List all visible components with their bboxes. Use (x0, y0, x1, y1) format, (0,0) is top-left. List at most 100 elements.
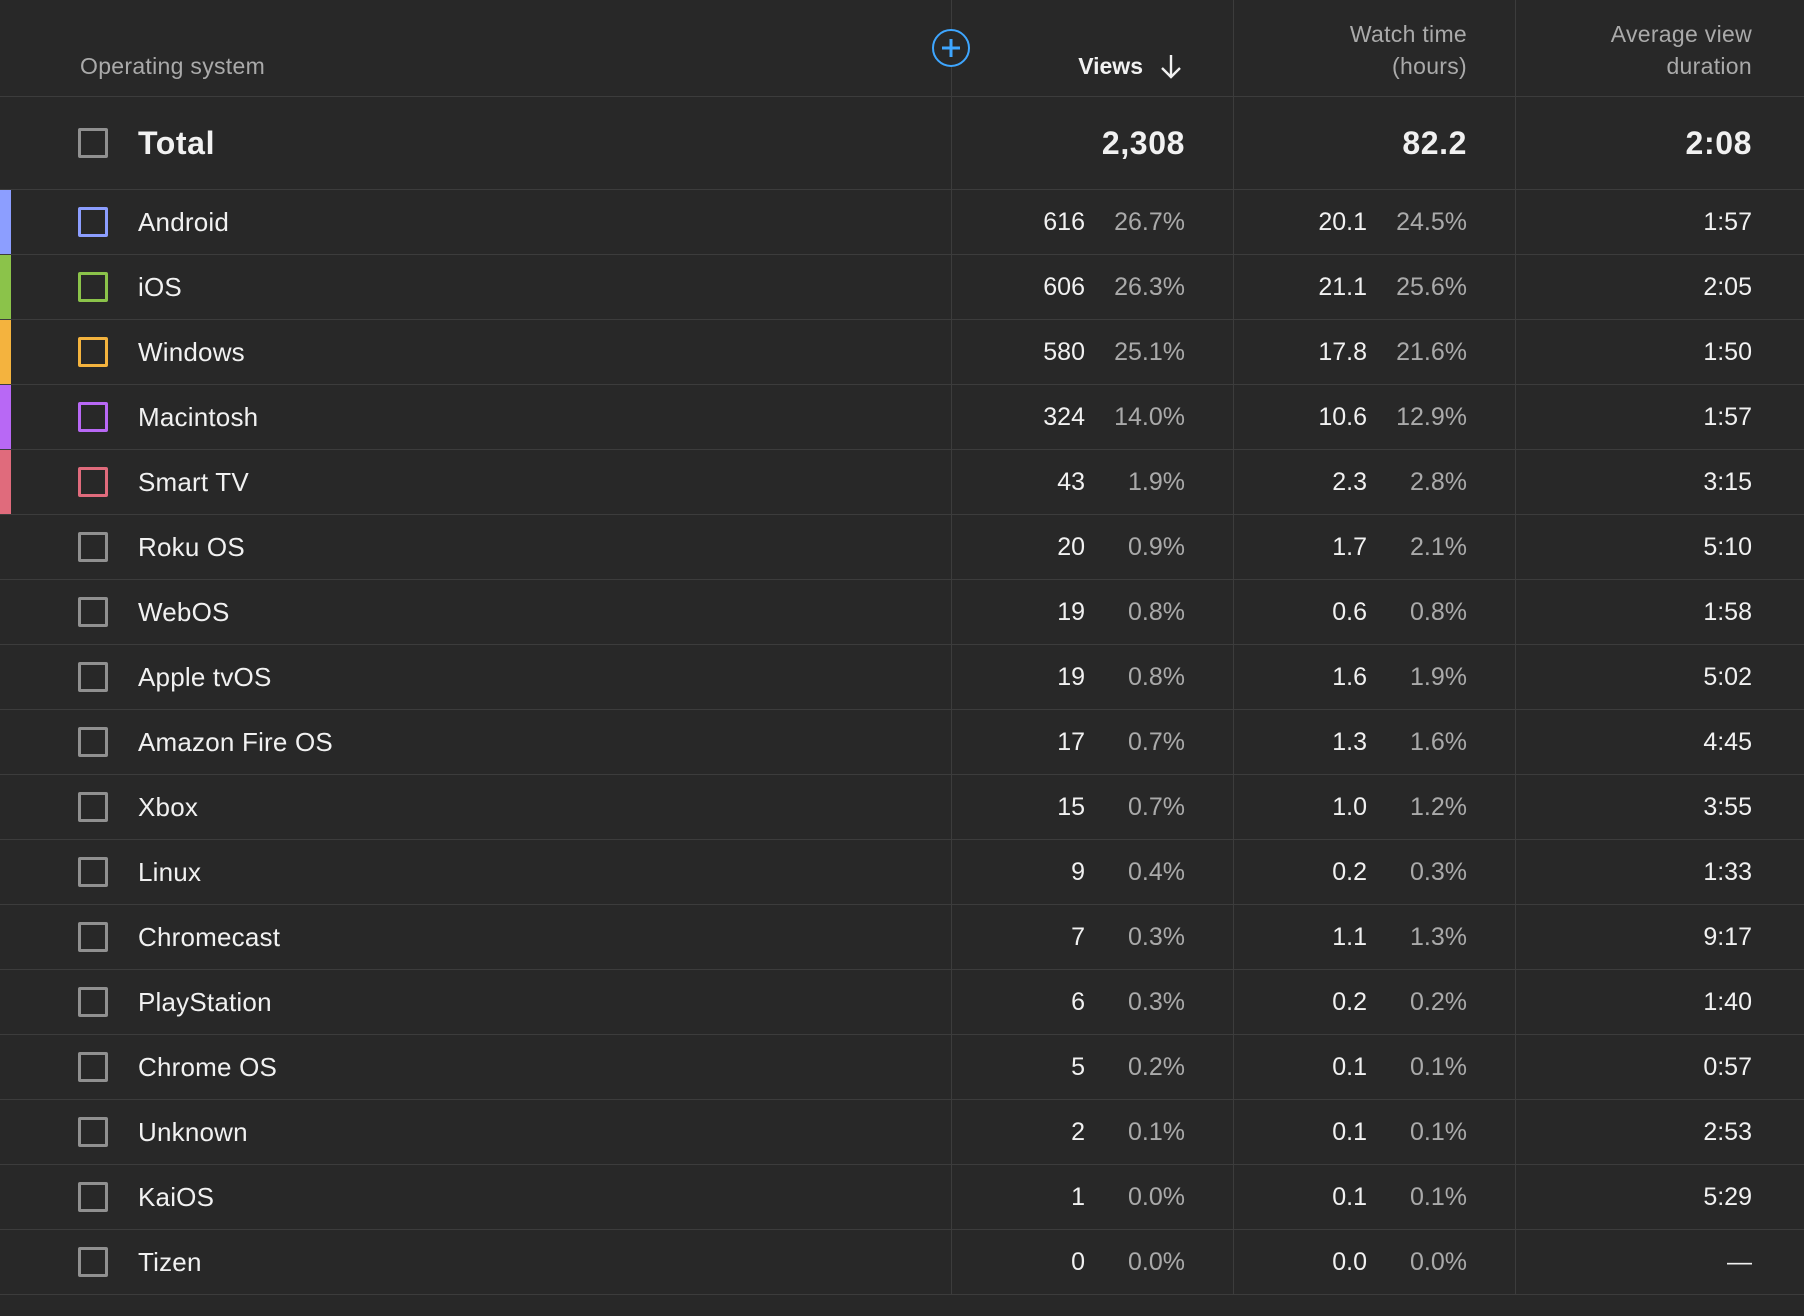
os-name: Unknown (138, 1116, 248, 1147)
watch-time-percent: 21.6% (1396, 337, 1467, 366)
header-cell-views[interactable]: Views (952, 0, 1234, 96)
average-duration-cell: 3:55 (1516, 775, 1804, 839)
os-name-cell: Chromecast (0, 905, 952, 969)
watch-time-cell: 0.6 0.8% (1234, 580, 1516, 644)
views-cell: 19 0.8% (952, 580, 1234, 644)
table-row[interactable]: Windows 580 25.1% 17.8 21.6% 1:50 (0, 320, 1804, 385)
views-cell: 7 0.3% (952, 905, 1234, 969)
views-cell: 17 0.7% (952, 710, 1234, 774)
os-name: Windows (138, 336, 245, 367)
table-row[interactable]: Unknown 2 0.1% 0.1 0.1% 2:53 (0, 1100, 1804, 1165)
views-cell: 606 26.3% (952, 255, 1234, 319)
table-row[interactable]: Smart TV 43 1.9% 2.3 2.8% 3:15 (0, 450, 1804, 515)
os-name: KaiOS (138, 1181, 215, 1212)
watch-time-cell: 1.7 2.1% (1234, 515, 1516, 579)
average-duration-value: 5:10 (1703, 532, 1752, 561)
header-cell-average-view-duration[interactable]: Average view duration (1516, 0, 1804, 96)
table-row[interactable]: Tizen 0 0.0% 0.0 0.0% — (0, 1230, 1804, 1295)
watch-time-value: 0.0 (1332, 1247, 1367, 1276)
watch-time-value: 0.2 (1332, 987, 1367, 1016)
average-duration-cell: 5:10 (1516, 515, 1804, 579)
header-cell-watch-time[interactable]: Watch time (hours) (1234, 0, 1516, 96)
row-checkbox[interactable] (78, 467, 108, 497)
table-row[interactable]: Macintosh 324 14.0% 10.6 12.9% 1:57 (0, 385, 1804, 450)
table-row[interactable]: Amazon Fire OS 17 0.7% 1.3 1.6% 4:45 (0, 710, 1804, 775)
average-duration-value: 5:29 (1703, 1182, 1752, 1211)
series-color-indicator (0, 320, 11, 384)
row-checkbox[interactable] (78, 727, 108, 757)
row-checkbox[interactable] (78, 1182, 108, 1212)
row-checkbox[interactable] (78, 662, 108, 692)
views-percent: 0.9% (1128, 532, 1185, 561)
table-row[interactable]: PlayStation 6 0.3% 0.2 0.2% 1:40 (0, 970, 1804, 1035)
table-row[interactable]: Apple tvOS 19 0.8% 1.6 1.9% 5:02 (0, 645, 1804, 710)
average-duration-value: 0:57 (1703, 1052, 1752, 1081)
arrow-down-icon[interactable] (1157, 50, 1185, 82)
table-row[interactable]: Android 616 26.7% 20.1 24.5% 1:57 (0, 190, 1804, 255)
row-checkbox[interactable] (78, 1117, 108, 1147)
row-checkbox[interactable] (78, 922, 108, 952)
watch-time-percent: 0.2% (1410, 987, 1467, 1016)
os-name: Linux (138, 856, 202, 887)
row-checkbox[interactable] (78, 1052, 108, 1082)
os-name-cell: Apple tvOS (0, 645, 952, 709)
average-duration-value: 4:45 (1703, 727, 1752, 756)
os-name: Roku OS (138, 531, 245, 562)
watch-time-value: 0.6 (1332, 597, 1367, 626)
table-row[interactable]: WebOS 19 0.8% 0.6 0.8% 1:58 (0, 580, 1804, 645)
series-color-indicator (0, 255, 11, 319)
table-row[interactable]: Roku OS 20 0.9% 1.7 2.1% 5:10 (0, 515, 1804, 580)
total-checkbox[interactable] (78, 128, 108, 158)
watch-time-cell: 1.1 1.3% (1234, 905, 1516, 969)
add-column-button[interactable] (932, 29, 970, 67)
row-checkbox[interactable] (78, 792, 108, 822)
views-cell: 0 0.0% (952, 1230, 1234, 1294)
watch-time-percent: 12.9% (1396, 402, 1467, 431)
watch-time-value: 1.0 (1332, 792, 1367, 821)
row-checkbox[interactable] (78, 1247, 108, 1277)
views-value: 616 (1043, 207, 1085, 236)
watch-time-value: 0.1 (1332, 1052, 1367, 1081)
header-cell-operating-system[interactable]: Operating system (0, 0, 952, 96)
series-color-indicator (0, 450, 11, 514)
table-row[interactable]: Chromecast 7 0.3% 1.1 1.3% 9:17 (0, 905, 1804, 970)
watch-time-value: 2.3 (1332, 467, 1367, 496)
watch-time-value: 1.6 (1332, 662, 1367, 691)
table-row[interactable]: KaiOS 1 0.0% 0.1 0.1% 5:29 (0, 1165, 1804, 1230)
table-row[interactable]: Xbox 15 0.7% 1.0 1.2% 3:55 (0, 775, 1804, 840)
watch-time-percent: 0.8% (1410, 597, 1467, 626)
watch-time-value: 1.3 (1332, 727, 1367, 756)
header-average-duration-line1: Average view (1610, 21, 1752, 47)
average-duration-cell: — (1516, 1230, 1804, 1294)
total-watch-time: 82.2 (1402, 124, 1467, 161)
row-checkbox[interactable] (78, 272, 108, 302)
watch-time-percent: 2.8% (1410, 467, 1467, 496)
os-name: Chromecast (138, 921, 281, 952)
table-row[interactable]: iOS 606 26.3% 21.1 25.6% 2:05 (0, 255, 1804, 320)
views-percent: 0.0% (1128, 1182, 1185, 1211)
average-duration-value: 1:58 (1703, 597, 1752, 626)
total-views-cell: 2,308 (952, 97, 1234, 189)
watch-time-percent: 0.1% (1410, 1182, 1467, 1211)
os-name-cell: Smart TV (0, 450, 952, 514)
os-name-cell: Chrome OS (0, 1035, 952, 1099)
table-row[interactable]: Linux 9 0.4% 0.2 0.3% 1:33 (0, 840, 1804, 905)
average-duration-cell: 1:50 (1516, 320, 1804, 384)
average-duration-value: 1:57 (1703, 207, 1752, 236)
row-checkbox[interactable] (78, 337, 108, 367)
row-checkbox[interactable] (78, 402, 108, 432)
average-duration-cell: 3:15 (1516, 450, 1804, 514)
views-value: 606 (1043, 272, 1085, 301)
row-checkbox[interactable] (78, 857, 108, 887)
row-checkbox[interactable] (78, 207, 108, 237)
row-checkbox[interactable] (78, 987, 108, 1017)
row-checkbox[interactable] (78, 597, 108, 627)
total-views: 2,308 (1101, 124, 1185, 161)
header-watch-time-label: Watch time (hours) (1350, 18, 1467, 82)
views-percent: 0.7% (1128, 792, 1185, 821)
average-duration-value: 3:15 (1703, 467, 1752, 496)
table-row[interactable]: Chrome OS 5 0.2% 0.1 0.1% 0:57 (0, 1035, 1804, 1100)
os-name-cell: Android (0, 190, 952, 254)
os-name: Chrome OS (138, 1051, 278, 1082)
row-checkbox[interactable] (78, 532, 108, 562)
